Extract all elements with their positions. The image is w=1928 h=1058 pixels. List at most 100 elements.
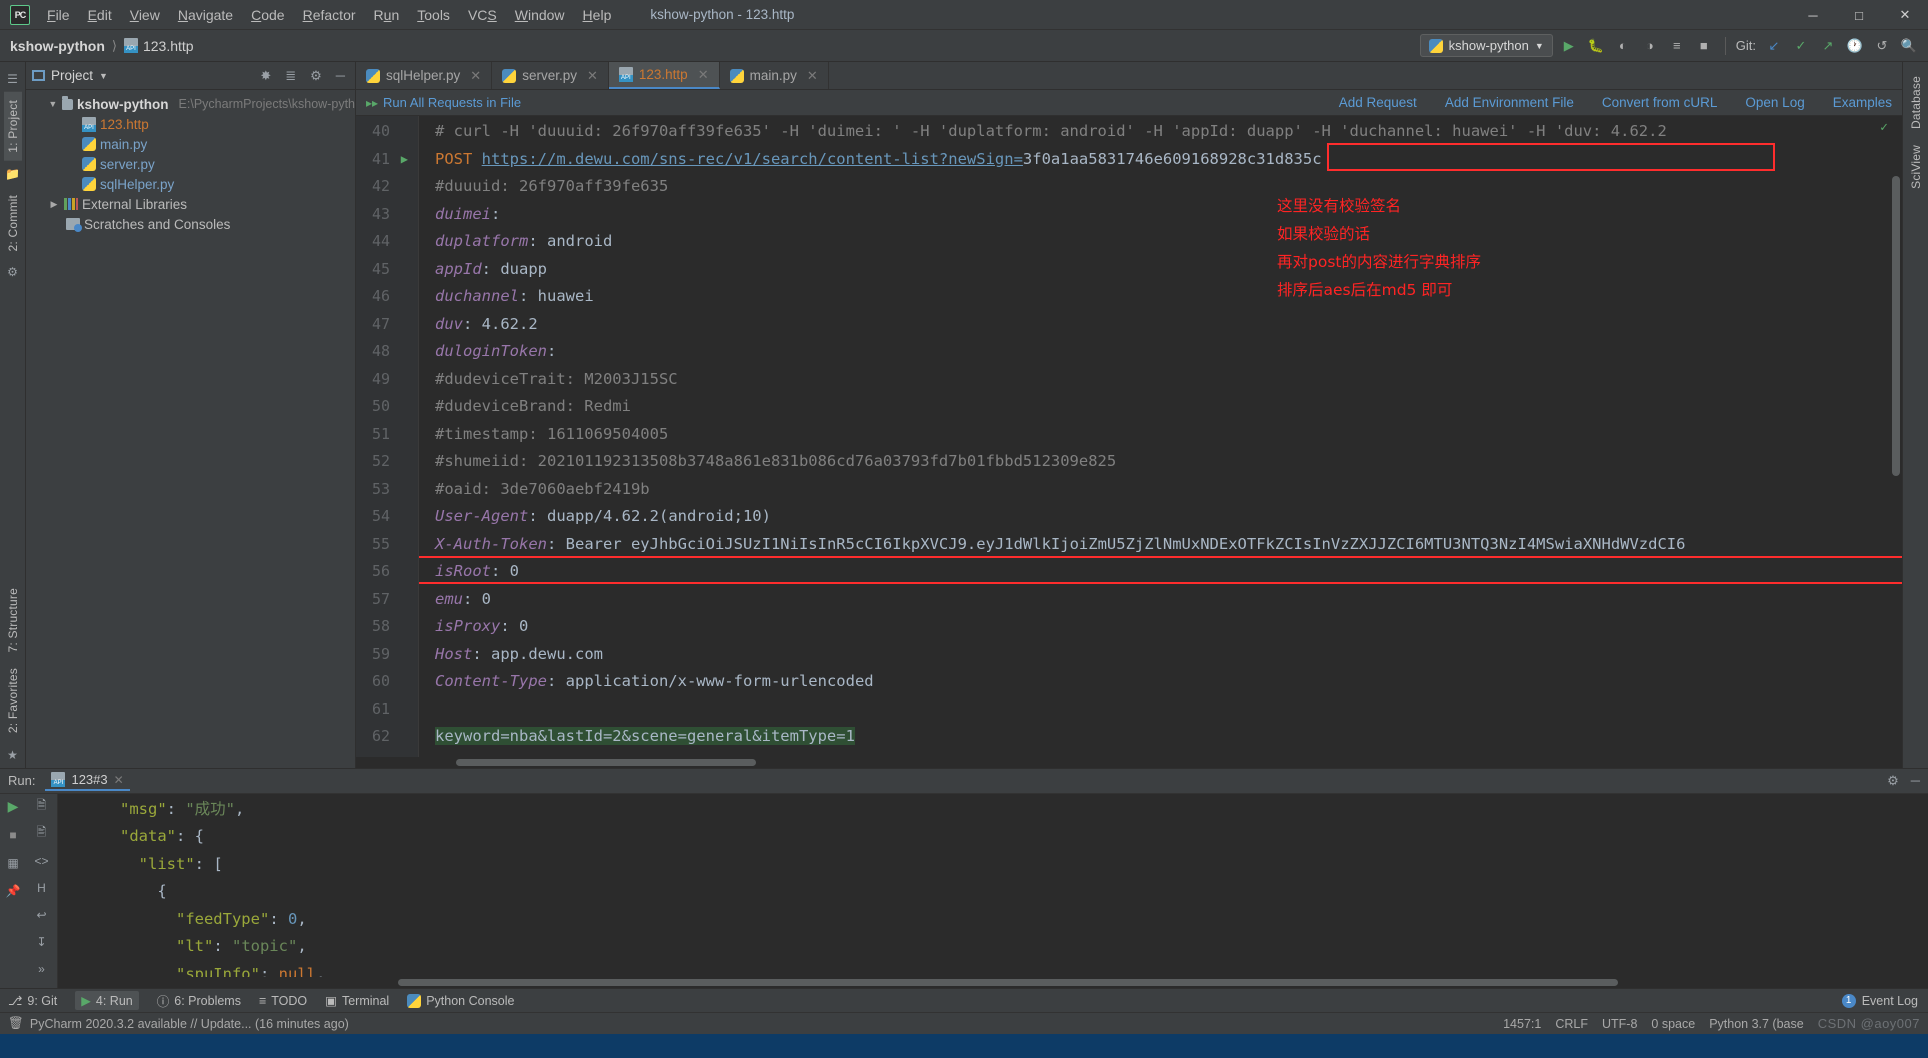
response-console[interactable]: "msg": "成功", "data": { "list": [ { "feed… — [58, 793, 1928, 988]
scroll-to-end-icon[interactable]: ↧ — [33, 933, 51, 951]
settings-gear-icon[interactable]: ⚙ — [1887, 773, 1899, 789]
close-icon[interactable]: ✕ — [470, 68, 481, 84]
menu-item-vcs[interactable]: VCS — [459, 3, 506, 27]
project-structure-icon[interactable]: ☰ — [7, 72, 18, 86]
run-configuration-selector[interactable]: kshow-python ▼ — [1419, 34, 1553, 57]
close-icon[interactable]: ✕ — [807, 68, 818, 84]
file-encoding[interactable]: UTF-8 — [1602, 1017, 1637, 1031]
run-request-gutter-icon[interactable]: ▶ — [401, 146, 408, 174]
tree-node-123-http[interactable]: 123.http — [26, 114, 355, 134]
code-editor[interactable]: 40 41 ▶ 42 43 44 45 46 47 48 49 50 51 52 — [356, 116, 1902, 757]
chevron-down-icon[interactable]: ▼ — [48, 99, 58, 109]
tree-node-scratches[interactable]: Scratches and Consoles — [26, 214, 355, 234]
tree-node-external-libraries[interactable]: ▶ External Libraries — [26, 194, 355, 214]
breadcrumb-project[interactable]: kshow-python — [10, 38, 105, 54]
stop-button[interactable]: ■ — [1693, 35, 1715, 57]
menu-item-refactor[interactable]: Refactor — [294, 3, 365, 27]
gear-rail-icon[interactable]: ⚙ — [7, 265, 18, 279]
tool-window-run[interactable]: ▶ 4: Run — [75, 991, 139, 1010]
tab-sqlhelper-py[interactable]: sqlHelper.py ✕ — [356, 62, 493, 89]
tab-main-py[interactable]: main.py ✕ — [720, 62, 829, 89]
close-icon[interactable]: ✕ — [587, 68, 598, 84]
run-all-requests-button[interactable]: ▸▸ Run All Requests in File — [366, 95, 521, 110]
add-request-link[interactable]: Add Request — [1339, 95, 1417, 110]
menu-item-window[interactable]: Window — [506, 3, 574, 27]
git-update-icon[interactable]: ↙ — [1763, 35, 1785, 57]
hide-panel-icon[interactable]: ─ — [332, 68, 349, 83]
debug-button[interactable]: 🐛 — [1585, 35, 1607, 57]
event-log-area[interactable]: 1 Event Log — [1841, 993, 1918, 1008]
tool-window-python-console[interactable]: Python Console — [407, 993, 514, 1008]
tool-window-git[interactable]: ⎇ 9: Git — [8, 993, 57, 1009]
close-icon[interactable]: ✕ — [1882, 0, 1928, 30]
pin-icon[interactable]: 📌 — [4, 882, 22, 900]
run-with-console-button[interactable]: ≡ — [1666, 35, 1688, 57]
menu-item-view[interactable]: View — [121, 3, 169, 27]
run-tab-123-3[interactable]: 123#3 ✕ — [45, 770, 130, 791]
more-icon[interactable]: » — [33, 960, 51, 978]
tab-server-py[interactable]: server.py ✕ — [492, 62, 609, 89]
convert-from-curl-link[interactable]: Convert from cURL — [1602, 95, 1718, 110]
minimize-icon[interactable]: ─ — [1790, 0, 1836, 30]
scrollbar-thumb[interactable] — [456, 758, 756, 766]
close-icon[interactable]: ✕ — [114, 773, 124, 787]
chevron-down-icon[interactable]: ▼ — [99, 71, 108, 81]
line-number-gutter[interactable]: 40 41 ▶ 42 43 44 45 46 47 48 49 50 51 52 — [356, 116, 418, 757]
rerun-icon[interactable]: ▶ — [4, 798, 22, 816]
tree-node-server-py[interactable]: server.py — [26, 154, 355, 174]
open-log-link[interactable]: Open Log — [1745, 95, 1804, 110]
rail-item-favorites[interactable]: 2: Favorites — [4, 660, 22, 741]
git-push-icon[interactable]: ↗ — [1817, 35, 1839, 57]
scrollbar-thumb[interactable] — [398, 979, 1618, 986]
editor-horizontal-scrollbar[interactable] — [356, 756, 1902, 768]
tool-window-todo[interactable]: ≡ TODO — [259, 994, 307, 1008]
editor-vertical-scrollbar[interactable] — [1890, 116, 1902, 757]
python-interpreter[interactable]: Python 3.7 (base — [1709, 1017, 1804, 1031]
stop-icon[interactable]: ■ — [4, 826, 22, 844]
folder-rail-icon[interactable]: 📁 — [5, 167, 20, 181]
menu-item-edit[interactable]: Edit — [79, 3, 121, 27]
tab-123-http[interactable]: 123.http ✕ — [608, 62, 720, 89]
git-commit-icon[interactable]: ✓ — [1790, 35, 1812, 57]
tree-node-main-py[interactable]: main.py — [26, 134, 355, 154]
git-history-icon[interactable]: 🕐 — [1844, 35, 1866, 57]
response-html-icon[interactable]: H — [33, 879, 51, 897]
response-xml-icon[interactable]: <> — [33, 852, 51, 870]
scrollbar-thumb[interactable] — [1892, 176, 1900, 476]
menu-item-run[interactable]: Run — [365, 3, 409, 27]
add-environment-file-link[interactable]: Add Environment File — [1445, 95, 1574, 110]
menu-item-navigate[interactable]: Navigate — [169, 3, 242, 27]
tree-node-sqlhelper-py[interactable]: sqlHelper.py — [26, 174, 355, 194]
chevron-right-icon[interactable]: ▶ — [48, 199, 60, 210]
tool-window-terminal[interactable]: ▣ Terminal — [325, 993, 389, 1009]
rail-item-structure[interactable]: 7: Structure — [4, 580, 22, 660]
code-content[interactable]: # curl -H 'duuuid: 26f970aff39fe635' -H … — [418, 116, 1902, 757]
examples-link[interactable]: Examples — [1833, 95, 1892, 110]
tool-window-problems[interactable]: ⓘ 6: Problems — [157, 991, 241, 1010]
tree-node-root[interactable]: ▼ kshow-python E:\PycharmProjects\kshow-… — [26, 94, 355, 114]
caret-position[interactable]: 1457:1 — [1503, 1017, 1541, 1031]
status-message[interactable]: PyCharm 2020.3.2 available // Update... … — [30, 1017, 349, 1031]
close-icon[interactable]: ✕ — [698, 67, 709, 83]
indent-setting[interactable]: 0 space — [1651, 1017, 1695, 1031]
settings-gear-icon[interactable]: ⚙ — [306, 68, 326, 84]
git-rollback-icon[interactable]: ↺ — [1871, 35, 1893, 57]
rail-item-database[interactable]: Database — [1907, 68, 1925, 137]
run-coverage-button[interactable]: ◐ — [1612, 35, 1634, 57]
line-separator[interactable]: CRLF — [1555, 1017, 1588, 1031]
menu-item-tools[interactable]: Tools — [408, 3, 459, 27]
profile-button[interactable]: ◑ — [1639, 35, 1661, 57]
run-button[interactable]: ▶ — [1558, 35, 1580, 57]
locate-icon[interactable]: ✸ — [256, 68, 275, 84]
request-url[interactable]: https://m.dewu.com/sns-rec/v1/search/con… — [482, 150, 1023, 168]
rail-item-sciview[interactable]: SciView — [1907, 137, 1925, 197]
console-horizontal-scrollbar[interactable] — [58, 977, 1928, 988]
search-everywhere-icon[interactable]: 🔍 — [1898, 35, 1920, 57]
rail-item-project[interactable]: 1: Project — [3, 92, 22, 161]
rail-item-commit[interactable]: 2: Commit — [4, 187, 22, 259]
maximize-icon[interactable]: □ — [1836, 0, 1882, 30]
update-notification-icon[interactable]: 🗑 — [8, 1016, 24, 1031]
layout-icon[interactable]: ▦ — [4, 854, 22, 872]
soft-wrap-icon[interactable]: ↩ — [33, 906, 51, 924]
hide-panel-icon[interactable]: ─ — [1911, 773, 1920, 788]
